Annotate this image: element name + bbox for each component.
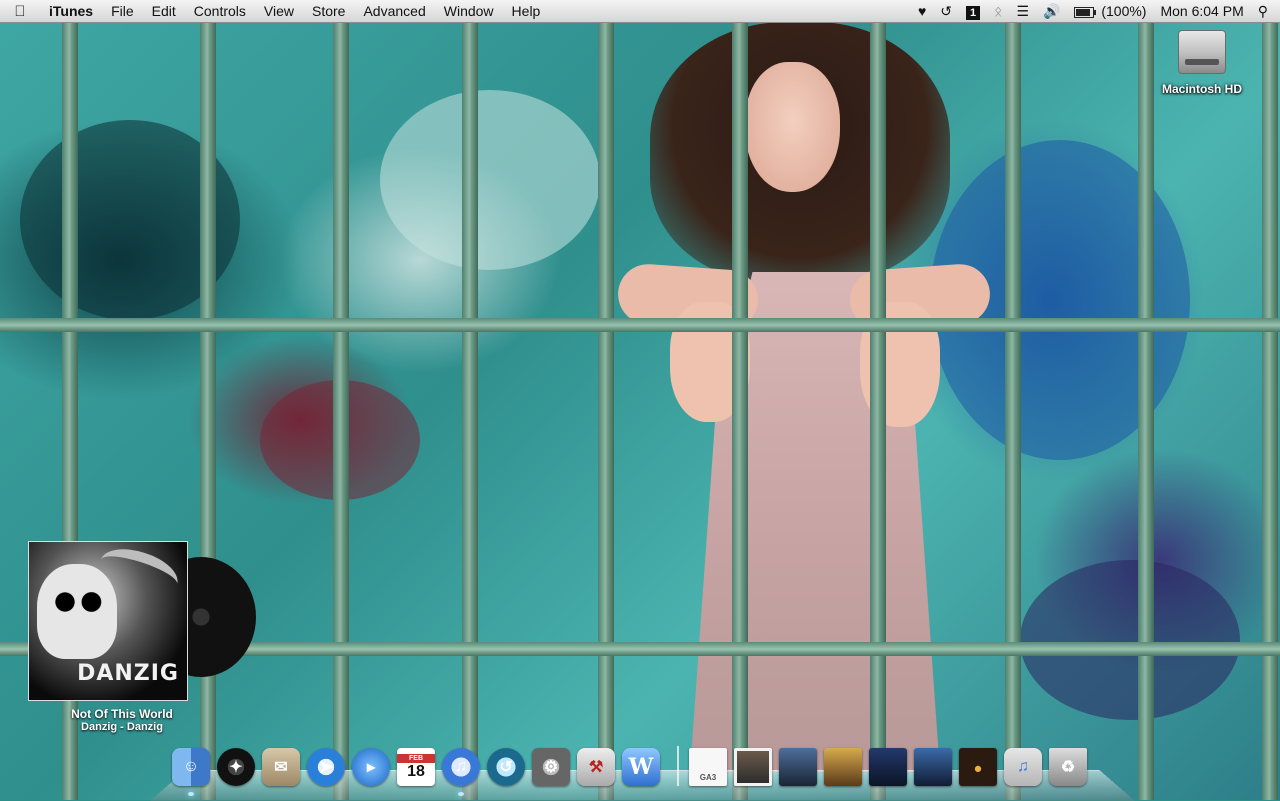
dock-photo-3[interactable] <box>824 748 862 786</box>
bluetooth-icon[interactable]: ᛟ <box>987 0 1009 22</box>
dock-itunes[interactable]: ♫ <box>442 748 480 796</box>
safari-icon: ➤ <box>307 748 345 786</box>
dock-time-machine[interactable]: ↺ <box>487 748 525 786</box>
photo-thumbnail-icon <box>779 748 817 786</box>
dock-mail[interactable]: ✉ <box>262 748 300 786</box>
dock-xcode[interactable]: ⚒ <box>577 748 615 786</box>
document-label: GA3 <box>699 773 717 782</box>
mail-icon: ✉ <box>262 748 300 786</box>
dock-photo-1[interactable] <box>734 748 772 786</box>
menu-controls[interactable]: Controls <box>185 0 255 22</box>
dock-trash[interactable]: ♻ <box>1049 748 1087 786</box>
skull-icon <box>37 564 117 659</box>
word-icon: W <box>622 748 660 786</box>
dock-safari[interactable]: ➤ <box>307 748 345 786</box>
album-cover: DANZIG <box>28 541 188 701</box>
document-icon: GA3 <box>689 748 727 786</box>
menu-advanced[interactable]: Advanced <box>354 0 434 22</box>
photo-thumbnail-icon <box>824 748 862 786</box>
dock-photo-6[interactable] <box>959 748 997 786</box>
downloads-stack-icon: ♫ <box>1004 748 1042 786</box>
menu-app-name[interactable]: iTunes <box>40 0 102 22</box>
xcode-icon: ⚒ <box>577 748 615 786</box>
dock-finder[interactable]: ☺ <box>172 748 210 796</box>
status-menu-area: ♥ ↺ 1 ᛟ ☰ 🔊 (100%) Mon 6:04 PM ⚲ <box>911 0 1280 22</box>
calendar-month: FEB <box>397 753 435 763</box>
dock-photo-4[interactable] <box>869 748 907 786</box>
stats-icon[interactable]: 1 <box>959 0 987 22</box>
time-machine-icon[interactable]: ↺ <box>933 0 959 22</box>
track-artist-album: Danzig - Danzig <box>81 721 163 733</box>
photo-thumbnail-icon <box>734 748 772 786</box>
itunes-icon: ♫ <box>442 748 480 786</box>
time-machine-icon: ↺ <box>487 748 525 786</box>
running-indicator <box>458 792 464 796</box>
battery-icon <box>1074 6 1097 18</box>
menu-view[interactable]: View <box>255 0 303 22</box>
photo-thumbnail-icon <box>959 748 997 786</box>
calendar-day: 18 <box>407 762 425 780</box>
dock-word[interactable]: W <box>622 748 660 786</box>
calendar-icon: FEB 18 <box>397 748 435 786</box>
spotlight-icon[interactable]: ⚲ <box>1251 0 1280 22</box>
dock-photo-5[interactable] <box>914 748 952 786</box>
dock-separator <box>677 746 679 786</box>
finder-icon: ☺ <box>172 748 210 786</box>
volume-icon[interactable]: 🔊 <box>1036 0 1067 22</box>
dock-document[interactable]: GA3 <box>689 748 727 786</box>
menu-clock[interactable]: Mon 6:04 PM <box>1153 0 1250 22</box>
menu-store[interactable]: Store <box>303 0 354 22</box>
trash-icon: ♻ <box>1049 748 1087 786</box>
dock-ichat[interactable]: ▸ <box>352 748 390 786</box>
menu-help[interactable]: Help <box>503 0 550 22</box>
heart-icon[interactable]: ♥ <box>911 0 933 22</box>
dock-photo-2[interactable] <box>779 748 817 786</box>
dashboard-icon: ✦ <box>217 748 255 786</box>
album-cover-text: DANZIG <box>77 661 179 686</box>
wifi-icon[interactable]: ☰ <box>1009 0 1036 22</box>
dock-ical[interactable]: FEB 18 <box>397 748 435 786</box>
desktop-hard-drive[interactable]: Macintosh HD <box>1150 30 1254 96</box>
menu-file[interactable]: File <box>102 0 143 22</box>
hard-drive-label: Macintosh HD <box>1161 82 1242 96</box>
hard-drive-icon <box>1178 30 1226 74</box>
battery-percent: (100%) <box>1101 3 1147 19</box>
ichat-icon: ▸ <box>352 748 390 786</box>
dock-system-preferences[interactable]: ⚙ <box>532 748 570 786</box>
apple-icon[interactable]:  <box>0 3 40 20</box>
dock: ☺ ✦ ✉ ➤ ▸ FEB 18 ♫ ↺ ⚙ ⚒ W GA3 ♫ ♻ <box>172 740 1112 796</box>
now-playing-widget[interactable]: DANZIG Not Of This World Danzig - Danzig <box>28 541 256 733</box>
menu-edit[interactable]: Edit <box>143 0 185 22</box>
photo-thumbnail-icon <box>869 748 907 786</box>
track-title: Not Of This World <box>71 707 173 721</box>
dock-dashboard[interactable]: ✦ <box>217 748 255 786</box>
photo-thumbnail-icon <box>914 748 952 786</box>
battery-status[interactable]: (100%) <box>1067 0 1153 22</box>
menu-window[interactable]: Window <box>435 0 503 22</box>
running-indicator <box>188 792 194 796</box>
system-preferences-icon: ⚙ <box>532 748 570 786</box>
menu-bar:  iTunes File Edit Controls View Store A… <box>0 0 1280 23</box>
dock-downloads[interactable]: ♫ <box>1004 748 1042 786</box>
